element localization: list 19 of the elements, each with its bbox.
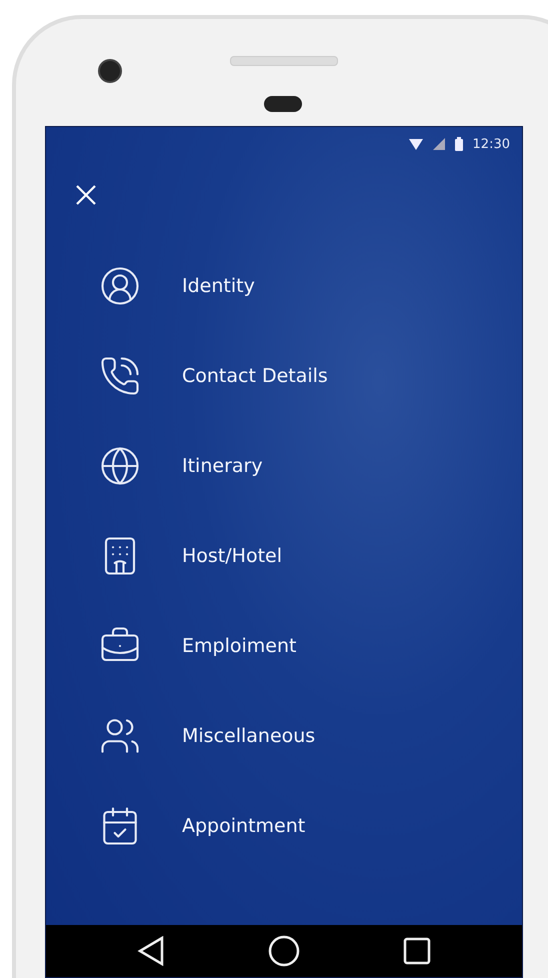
camera-icon	[98, 59, 122, 83]
menu-item[interactable]: Appointment	[46, 781, 522, 871]
back-icon[interactable]	[137, 936, 166, 966]
recents-icon[interactable]	[402, 937, 431, 965]
battery-icon	[454, 137, 463, 151]
menu-item[interactable]: Identity	[46, 241, 522, 331]
menu-item[interactable]: Emploiment	[46, 601, 522, 691]
wifi-icon	[408, 138, 423, 150]
phone-icon	[99, 355, 141, 397]
menu-item[interactable]: Miscellaneous	[46, 691, 522, 781]
menu-item[interactable]: Contact Details	[46, 331, 522, 421]
user-circle-icon	[99, 265, 141, 307]
menu-item[interactable]: Itinerary	[46, 421, 522, 511]
status-time: 12:30	[472, 136, 510, 152]
menu-item[interactable]: Host/Hotel	[46, 511, 522, 601]
sensor-icon	[264, 96, 302, 112]
signal-icon	[432, 138, 445, 150]
home-icon[interactable]	[268, 935, 300, 967]
globe-icon	[99, 445, 141, 487]
